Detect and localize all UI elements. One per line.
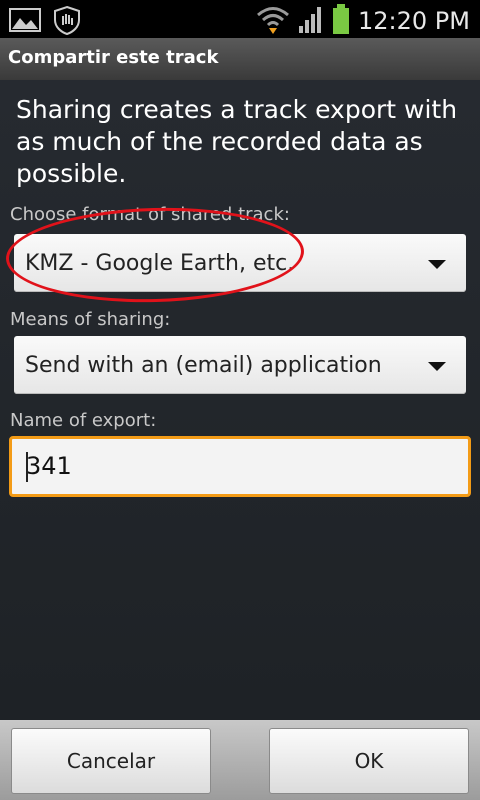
chevron-down-icon xyxy=(428,260,446,269)
cancel-button[interactable]: Cancelar xyxy=(11,728,211,794)
sharing-spinner[interactable]: Send with an (email) application xyxy=(14,336,466,394)
export-name-value: 341 xyxy=(26,452,72,480)
signal-icon xyxy=(298,4,324,38)
wifi-icon xyxy=(256,4,290,38)
chevron-down-icon xyxy=(428,362,446,371)
sharing-value: Send with an (email) application xyxy=(25,353,382,378)
export-name-input[interactable]: 341 xyxy=(9,436,471,497)
sharing-label: Means of sharing: xyxy=(10,309,171,330)
button-bar: Cancelar OK xyxy=(0,720,480,800)
gallery-icon xyxy=(8,6,42,38)
status-left-icons xyxy=(8,5,82,39)
format-spinner[interactable]: KMZ - Google Earth, etc. xyxy=(14,234,466,292)
hand-shield-icon xyxy=(52,5,82,39)
status-bar: 12:20 PM xyxy=(0,0,480,38)
text-cursor xyxy=(26,452,28,482)
status-clock: 12:20 PM xyxy=(358,7,470,35)
ok-button[interactable]: OK xyxy=(269,728,469,794)
status-right-icons: 12:20 PM xyxy=(256,3,470,39)
dialog-body: Sharing creates a track export with as m… xyxy=(0,80,480,720)
format-value: KMZ - Google Earth, etc. xyxy=(25,251,295,276)
battery-icon xyxy=(332,3,350,39)
export-label: Name of export: xyxy=(10,410,157,431)
format-label: Choose format of shared track: xyxy=(10,204,290,225)
dialog-title-bar: Compartir este track xyxy=(0,38,480,81)
intro-text: Sharing creates a track export with as m… xyxy=(16,95,458,188)
dialog-title: Compartir este track xyxy=(8,47,219,68)
